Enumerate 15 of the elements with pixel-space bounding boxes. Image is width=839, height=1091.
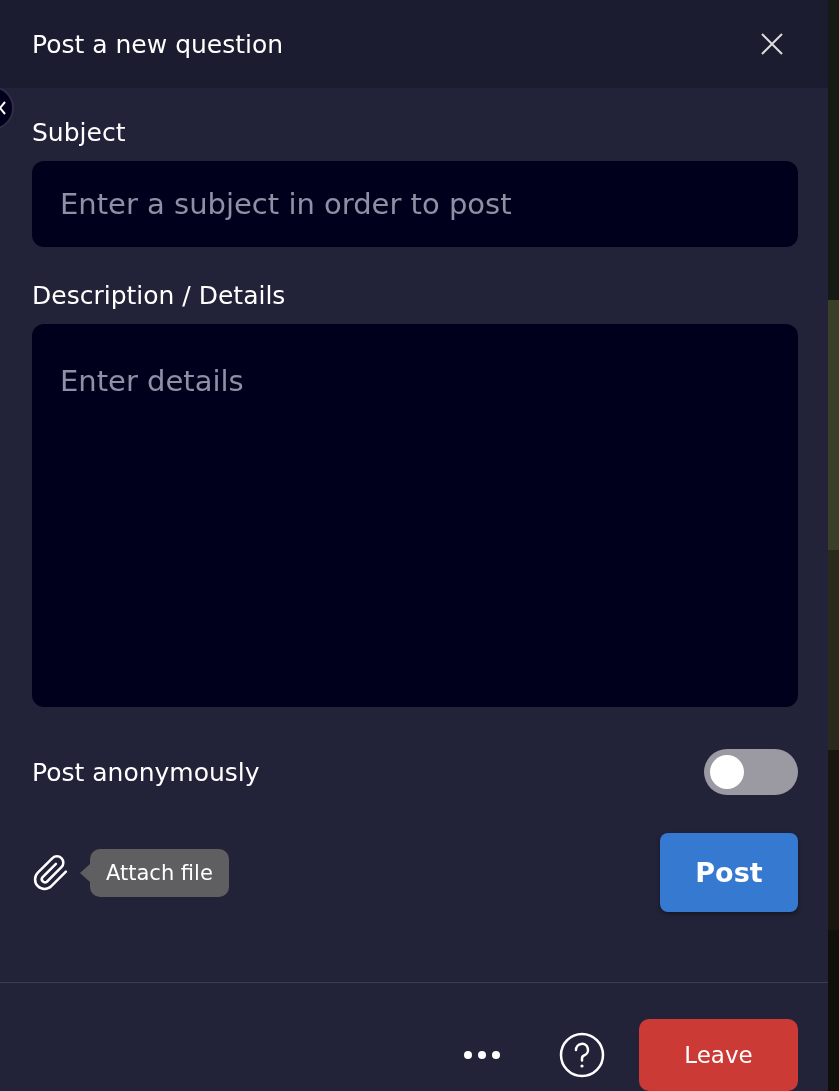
tooltip-pointer-icon [80, 863, 90, 882]
post-button[interactable]: Post [660, 833, 798, 912]
field-label: Subject [32, 118, 127, 147]
help-icon[interactable] [559, 1032, 605, 1078]
tooltip: Attach file [90, 848, 229, 897]
toggle-label: Post anonymously [32, 757, 260, 787]
field-label: Description / Details [32, 281, 287, 310]
leave-button[interactable]: Leave [639, 1019, 798, 1091]
dialog-title: Post a new question [32, 29, 284, 59]
close-icon[interactable] [760, 32, 784, 56]
more-icon[interactable] [463, 1050, 501, 1060]
anonymous-toggle[interactable] [704, 749, 798, 795]
paperclip-icon[interactable] [32, 853, 70, 892]
details-field[interactable]: Enter details [32, 324, 798, 707]
subject-field[interactable]: Enter a subject in order to post [32, 161, 798, 247]
